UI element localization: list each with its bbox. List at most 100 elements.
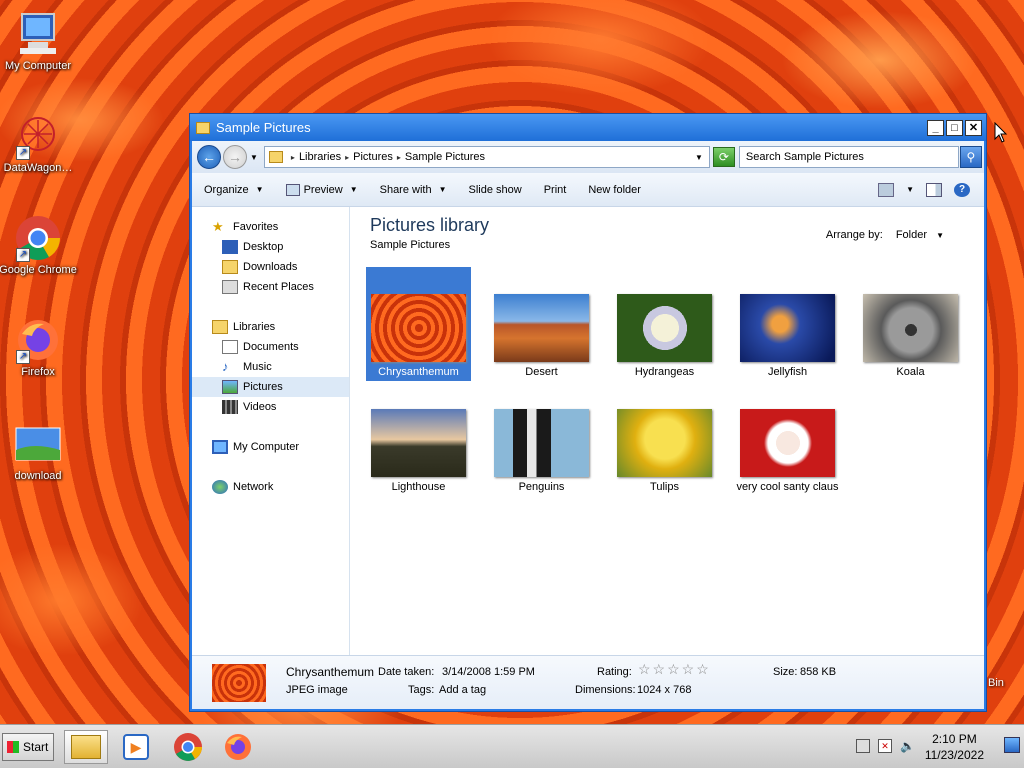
thumbnail-penguins[interactable]: Penguins — [489, 382, 594, 496]
navigation-pane: ★ Favorites Desktop Downloads Recent Plac… — [192, 207, 350, 655]
tags-value[interactable]: Add a tag — [439, 684, 486, 696]
organize-button[interactable]: Organize ▼ — [204, 184, 264, 196]
chrysanthemum-image — [371, 294, 466, 362]
videos-icon — [222, 400, 238, 414]
breadcrumb-sample-pictures[interactable]: Sample Pictures — [405, 151, 485, 163]
desktop-icon-chrome[interactable]: ↗ Google Chrome — [0, 214, 78, 276]
desktop-icon-my-computer[interactable]: My Computer — [0, 10, 78, 72]
thumbnail-hydrangeas[interactable]: Hydrangeas — [612, 267, 717, 381]
thumbnail-tulips[interactable]: Tulips — [612, 382, 717, 496]
change-view-icon[interactable] — [878, 182, 895, 197]
chrome-icon — [174, 733, 202, 761]
refresh-button[interactable]: ⟳ — [712, 147, 735, 167]
thumbnail-desert[interactable]: Desert — [489, 267, 594, 381]
desert-image — [494, 294, 589, 362]
nav-desktop[interactable]: Desktop — [192, 237, 349, 257]
search-icon[interactable]: ⚲ — [959, 146, 982, 168]
computer-icon — [14, 10, 62, 58]
tags-label: Tags: — [408, 684, 435, 696]
network-tray-icon[interactable] — [856, 739, 870, 753]
date-taken-value[interactable]: 3/14/2008 1:59 PM — [442, 666, 535, 678]
taskbar-media-player[interactable]: ▶ — [114, 730, 158, 764]
address-bar[interactable]: ▸ Libraries ▸ Pictures ▸ Sample Pictures… — [263, 146, 710, 168]
address-dropdown-icon[interactable]: ▼ — [695, 153, 703, 162]
view-dropdown-icon[interactable]: ▼ — [906, 185, 914, 194]
desktop-icon-download[interactable]: download — [0, 420, 78, 482]
action-center-icon[interactable]: ✕ — [878, 739, 892, 753]
mouse-cursor-icon — [994, 121, 1008, 147]
address-row: ← → ▼ ▸ Libraries ▸ Pictures ▸ Sample Pi… — [192, 141, 984, 173]
desktop-icon-label: Google Chrome — [0, 264, 77, 276]
thumbnail-koala[interactable]: Koala — [858, 267, 963, 381]
date-taken-label: Date taken: — [378, 666, 435, 678]
nav-documents[interactable]: Documents — [192, 337, 349, 357]
nav-downloads[interactable]: Downloads — [192, 257, 349, 277]
media-player-icon: ▶ — [123, 734, 149, 760]
details-filetype: JPEG image — [286, 684, 348, 696]
nav-favorites[interactable]: ★ Favorites — [192, 217, 349, 237]
command-bar: Organize ▼ Preview ▼ Share with ▼ Slide sho… — [192, 173, 984, 207]
slide-show-button[interactable]: Slide show — [469, 184, 522, 196]
nav-videos[interactable]: Videos — [192, 397, 349, 417]
preview-button[interactable]: Preview ▼ — [285, 183, 358, 196]
maximize-button[interactable]: □ — [946, 119, 963, 136]
folder-icon — [71, 735, 101, 759]
thumbnail-jellyfish[interactable]: Jellyfish — [735, 267, 840, 381]
breadcrumb-libraries[interactable]: Libraries — [299, 151, 341, 163]
nav-music[interactable]: ♪ Music — [192, 357, 349, 377]
taskbar-firefox[interactable] — [216, 730, 260, 764]
dimensions-value: 1024 x 768 — [637, 684, 692, 696]
chrome-icon: ↗ — [14, 214, 62, 262]
new-folder-button[interactable]: New folder — [588, 184, 641, 196]
nav-network[interactable]: Network — [192, 477, 349, 497]
desktop-icon-label: DataWagon… — [3, 162, 73, 174]
show-desktop-button[interactable] — [1004, 737, 1020, 753]
thumbnail-chrysanthemum[interactable]: Chrysanthemum — [366, 267, 471, 381]
preview-pane-icon[interactable] — [926, 182, 942, 197]
minimize-button[interactable]: _ — [927, 119, 944, 136]
thumbnail-santa[interactable]: very cool santy claus — [735, 382, 840, 496]
penguins-image — [494, 409, 589, 477]
thumbnail-lighthouse[interactable]: Lighthouse — [366, 382, 471, 496]
print-button[interactable]: Print — [544, 184, 567, 196]
system-tray: ✕ 🔈 — [856, 739, 915, 753]
nav-libraries[interactable]: Libraries — [192, 317, 349, 337]
libraries-icon — [212, 320, 228, 334]
network-icon — [212, 480, 228, 494]
lighthouse-image — [371, 409, 466, 477]
santa-image — [740, 409, 835, 477]
forward-button[interactable]: → — [223, 145, 247, 169]
star-icon: ★ — [212, 219, 224, 234]
nav-pictures[interactable]: Pictures — [192, 377, 349, 397]
desktop-icon-datawagon[interactable]: ↗ DataWagon… — [0, 112, 78, 174]
pictures-icon — [222, 380, 238, 394]
clock-time: 2:10 PM — [932, 732, 977, 746]
arrange-by[interactable]: Arrange by: Folder ▼ — [826, 229, 944, 241]
breadcrumb-pictures[interactable]: Pictures — [353, 151, 393, 163]
recent-pages-dropdown-icon[interactable]: ▼ — [250, 153, 258, 162]
clock[interactable]: 2:10 PM 11/23/2022 — [925, 731, 984, 763]
start-button[interactable]: Start — [2, 733, 54, 761]
dimensions-label: Dimensions: — [575, 684, 636, 696]
share-with-button[interactable]: Share with ▼ — [380, 184, 447, 196]
nav-my-computer[interactable]: My Computer — [192, 437, 349, 457]
taskbar-explorer[interactable] — [64, 730, 108, 764]
taskbar-chrome[interactable] — [166, 730, 210, 764]
music-icon: ♪ — [222, 359, 229, 374]
nav-recent-places[interactable]: Recent Places — [192, 277, 349, 297]
explorer-window: Sample Pictures _ □ ✕ ← → ▼ ▸ Libraries … — [189, 113, 987, 712]
hydrangeas-image — [617, 294, 712, 362]
search-input[interactable]: Search Sample Pictures — [738, 146, 959, 168]
desktop-icon — [222, 240, 238, 254]
back-button[interactable]: ← — [197, 145, 221, 169]
close-button[interactable]: ✕ — [965, 119, 982, 136]
desktop-icon-firefox[interactable]: ↗ Firefox — [0, 316, 78, 378]
firefox-icon: ↗ — [14, 316, 62, 364]
help-icon[interactable]: ? — [954, 182, 970, 197]
title-bar[interactable]: Sample Pictures _ □ ✕ — [190, 114, 986, 141]
recycle-bin-label[interactable]: Bin — [988, 677, 1004, 689]
rating-stars[interactable]: ☆☆☆☆☆ — [638, 661, 711, 678]
documents-icon — [222, 340, 238, 354]
clock-date: 11/23/2022 — [924, 748, 984, 762]
volume-icon[interactable]: 🔈 — [900, 739, 915, 753]
